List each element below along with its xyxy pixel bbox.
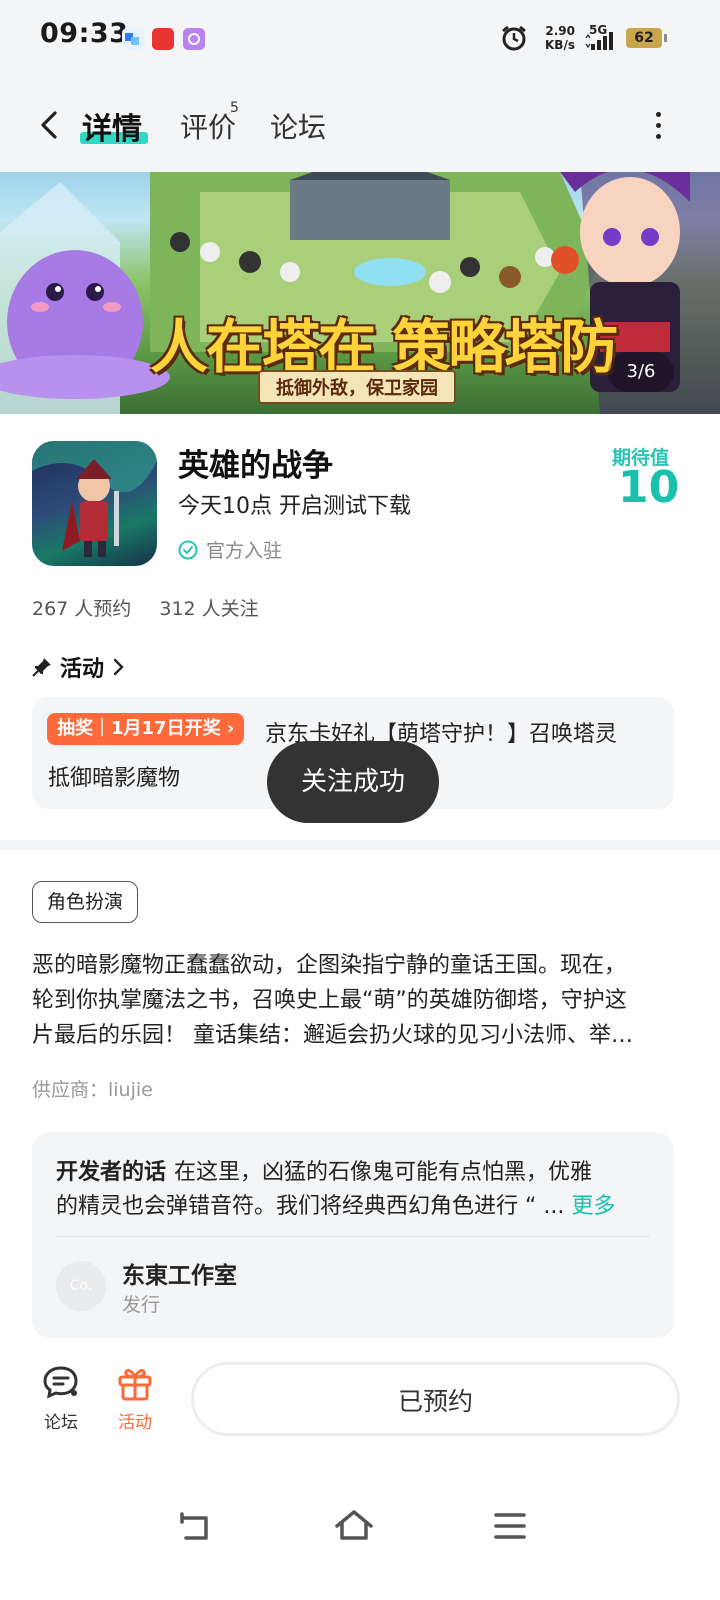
supplier-info: 供应商：liujie xyxy=(32,1079,153,1101)
studio-role: 发行 xyxy=(122,1294,161,1316)
network-speed: 2.90 KB/s xyxy=(545,24,575,52)
app-notification-icon xyxy=(122,28,144,50)
section-divider xyxy=(0,840,720,850)
developer-notes: 开发者的话 在这里，凶猛的石像鬼可能有点怕黑，优雅 的精灵也会弹错音符。我们将经典… xyxy=(56,1160,616,1219)
studio-name[interactable]: 东東工作室 xyxy=(122,1256,237,1290)
follower-count: 312 人关注 xyxy=(159,598,259,620)
home-nav-icon[interactable] xyxy=(334,1508,374,1542)
system-nav-bar xyxy=(0,1480,720,1600)
activity-section-header[interactable]: 活动 xyxy=(32,651,126,683)
official-badge: 官方入驻 xyxy=(178,536,282,563)
video-app-icon xyxy=(183,28,205,50)
alarm-icon xyxy=(502,25,526,51)
reviews-count-badge: 5 xyxy=(230,100,239,116)
activity-text-line2: 抵御暗影魔物 xyxy=(48,766,181,791)
card-divider xyxy=(56,1236,650,1237)
carousel-counter: 3/6 xyxy=(608,352,674,392)
more-options-icon[interactable] xyxy=(652,112,664,142)
badge-chevron-icon: › xyxy=(226,718,235,739)
back-nav-icon[interactable] xyxy=(178,1510,214,1542)
reserved-button[interactable]: 已预约 xyxy=(191,1362,680,1436)
gift-icon xyxy=(118,1369,152,1401)
back-arrow-icon[interactable] xyxy=(38,110,60,140)
developer-notes-label: 开发者的话 xyxy=(56,1160,167,1185)
shopping-app-icon xyxy=(152,28,174,50)
reservation-count: 267 人预约 xyxy=(32,598,132,620)
game-banner-carousel[interactable]: 人在塔在 策略塔防 抵御外敌，保卫家园 3/6 xyxy=(0,172,720,414)
official-label: 官方入驻 xyxy=(206,540,283,562)
studio-avatar[interactable]: Co. xyxy=(56,1261,106,1311)
chevron-right-icon xyxy=(113,658,124,676)
activity-button[interactable]: 活动 xyxy=(105,1363,165,1433)
game-description[interactable]: 恶的暗影魔物正蠢蠢欲动，企图染指宁静的童话王国。现在， 轮到你执掌魔法之书，召唤… xyxy=(32,948,680,1053)
game-app-icon xyxy=(32,441,157,566)
activity-heading: 活动 xyxy=(60,657,105,682)
lottery-badge[interactable]: 抽奖｜1月17日开奖 › xyxy=(47,713,245,745)
status-time: 09:33 xyxy=(40,18,129,49)
toast-message: 关注成功 xyxy=(267,741,439,823)
expectation-score: 10 xyxy=(618,462,680,513)
tab-details[interactable]: 详情 xyxy=(82,104,142,148)
game-title: 英雄的战争 xyxy=(178,448,333,484)
tab-forum[interactable]: 论坛 xyxy=(270,106,326,146)
forum-button[interactable]: 论坛 xyxy=(31,1363,91,1433)
game-release-info: 今天10点 开启测试下载 xyxy=(178,494,411,519)
more-link[interactable]: 更多 xyxy=(571,1194,615,1219)
signal-icon xyxy=(585,32,613,50)
forum-chat-icon xyxy=(43,1366,78,1399)
status-bar: 09:33 2.90 KB/s 5G 62 xyxy=(0,0,720,80)
genre-tag[interactable]: 角色扮演 xyxy=(32,881,139,923)
menu-nav-icon[interactable] xyxy=(494,1512,526,1540)
pin-icon xyxy=(32,658,51,677)
activity-label: 活动 xyxy=(118,1413,152,1433)
verified-check-icon xyxy=(178,540,198,559)
battery-indicator: 62 xyxy=(626,28,667,48)
tab-reviews[interactable]: 评价 xyxy=(180,106,236,146)
banner-subtitle: 抵御外敌，保卫家园 xyxy=(258,370,456,404)
forum-label: 论坛 xyxy=(44,1413,78,1433)
game-stats: 267 人预约 312 人关注 xyxy=(32,594,281,621)
